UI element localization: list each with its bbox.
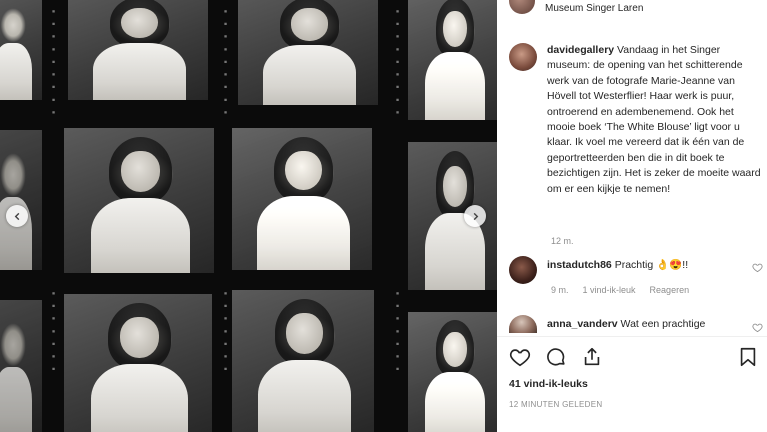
caption-username[interactable]: davidegallery xyxy=(547,44,614,56)
contact-frame xyxy=(0,0,42,100)
comment-username[interactable]: anna_vanderv xyxy=(547,318,618,330)
like-comment-heart-icon[interactable] xyxy=(752,322,763,333)
contact-frame xyxy=(232,290,374,432)
film-edge-marking: ▪ ▪ ▪ ▪ ▪ ▪ ▪ xyxy=(394,290,401,374)
contact-frame xyxy=(64,294,212,432)
comment-icon[interactable] xyxy=(545,346,567,368)
contact-frame xyxy=(0,130,42,270)
likes-count[interactable]: 41 vind-ik-leuks xyxy=(509,378,588,390)
contact-frame xyxy=(408,0,497,120)
action-bar xyxy=(509,346,603,368)
post-photo: ▪ ▪ ▪ ▪ ▪ ▪ ▪ ▪ ▪ ▪ ▪ ▪ ▪ ▪ ▪ ▪ ▪ ▪ ▪ ▪ … xyxy=(0,0,497,432)
film-edge-marking: ▪ ▪ ▪ ▪ ▪ ▪ ▪ ▪ ▪ xyxy=(50,8,57,117)
chevron-left-icon xyxy=(14,212,19,220)
avatar[interactable] xyxy=(509,256,537,284)
contact-frame xyxy=(0,300,42,432)
avatar[interactable] xyxy=(509,43,537,71)
heart-icon[interactable] xyxy=(509,346,531,368)
post-timestamp: 12 MINUTEN GELEDEN xyxy=(509,400,603,409)
comment-likes[interactable]: 1 vind-ik-leuk xyxy=(583,285,636,295)
contact-frame xyxy=(64,128,214,273)
comment-text: anna_vanderv Wat een prachtige xyxy=(547,317,705,333)
comment: instadutch86 Prachtig 👌😍!! xyxy=(509,256,761,284)
comment-meta: 9 m. 1 vind-ik-leuk Reageren xyxy=(551,285,689,295)
comment: anna_vanderv Wat een prachtige xyxy=(509,315,761,333)
comments-panel: Museum Singer Laren davidegallery Vandaa… xyxy=(497,0,767,432)
contact-frame xyxy=(68,0,208,100)
comment-body: Wat een prachtige xyxy=(620,318,706,330)
caption-meta: 12 m. xyxy=(551,236,574,246)
avatar[interactable] xyxy=(509,315,537,333)
caption-text: davidegallery Vandaag in het Singer muse… xyxy=(547,43,761,197)
film-edge-marking: ▪ ▪ ▪ ▪ ▪ ▪ ▪ xyxy=(50,290,57,374)
like-comment-heart-icon[interactable] xyxy=(752,262,763,273)
previous-photo-button[interactable] xyxy=(6,205,28,227)
caption-age[interactable]: 12 m. xyxy=(551,236,574,246)
caption: davidegallery Vandaag in het Singer muse… xyxy=(509,43,761,197)
caption-body: Vandaag in het Singer museum: de opening… xyxy=(547,44,761,195)
contact-frame xyxy=(238,0,378,105)
comment-username[interactable]: instadutch86 xyxy=(547,259,612,271)
film-edge-marking: ▪ ▪ ▪ ▪ ▪ ▪ ▪ ▪ ▪ xyxy=(222,8,229,117)
next-photo-button[interactable] xyxy=(464,205,486,227)
film-edge-marking: ▪ ▪ ▪ ▪ ▪ ▪ ▪ ▪ ▪ xyxy=(394,8,401,117)
film-edge-marking: ▪ ▪ ▪ ▪ ▪ ▪ ▪ xyxy=(222,290,229,374)
avatar[interactable] xyxy=(509,0,535,14)
post-header: Museum Singer Laren xyxy=(509,0,643,14)
location-link[interactable]: Museum Singer Laren xyxy=(545,3,643,14)
share-icon[interactable] xyxy=(581,346,603,368)
reply-button[interactable]: Reageren xyxy=(650,285,690,295)
divider xyxy=(497,336,767,337)
comment-age[interactable]: 9 m. xyxy=(551,285,569,295)
chevron-right-icon xyxy=(473,212,478,220)
comment-text: instadutch86 Prachtig 👌😍!! xyxy=(547,258,688,284)
contact-frame xyxy=(408,312,497,432)
contact-frame xyxy=(232,128,372,270)
bookmark-icon[interactable] xyxy=(737,346,759,368)
comment-body: Prachtig 👌😍!! xyxy=(614,259,689,271)
